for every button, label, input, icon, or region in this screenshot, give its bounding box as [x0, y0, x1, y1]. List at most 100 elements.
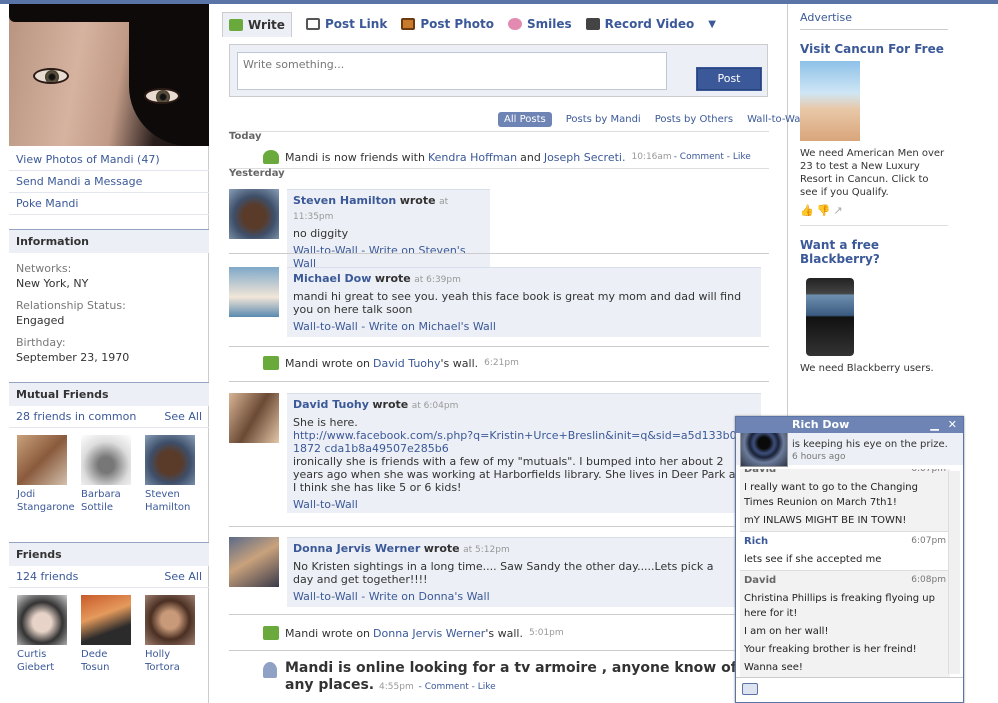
author-link[interactable]: Michael Dow [293, 272, 371, 285]
filter-wall-to-wall[interactable]: Wall-to-Wall [747, 114, 806, 125]
chat-line: mY INLAWS MIGHT BE IN TOWN! [744, 515, 907, 526]
profile-picture[interactable] [9, 4, 209, 146]
friend-tile[interactable]: Jodi Stangarone [17, 435, 75, 514]
activity-text: Mandi wrote on [285, 626, 371, 640]
chat-input[interactable] [736, 677, 963, 702]
chat-scrollbar[interactable] [948, 471, 960, 674]
tab-record-video[interactable]: Record Video [585, 17, 694, 31]
post-text: no diggity [293, 227, 349, 240]
mutual-see-all-link[interactable]: See All [164, 410, 202, 423]
poke-link[interactable]: Poke Mandi [9, 193, 209, 215]
right-eye [144, 88, 180, 104]
filter-posts-by-mandi[interactable]: Posts by Mandi [566, 114, 641, 125]
networks-value: New York, NY [16, 277, 89, 290]
wall-activity: Mandi wrote on Donna Jervis Werner's wal… [263, 626, 564, 640]
friend-tile[interactable]: Barbara Sottile [81, 435, 133, 514]
chat-status-text: is keeping his eye on the prize. [792, 439, 948, 450]
chat-bubble-icon[interactable] [742, 683, 758, 695]
tab-post-photo[interactable]: Post Photo [401, 17, 494, 31]
advertise-link[interactable]: Advertise [800, 4, 948, 30]
comment-like-links[interactable]: - Comment - Like [674, 152, 751, 162]
friend-photo[interactable] [145, 435, 195, 485]
send-message-link[interactable]: Send Mandi a Message [9, 171, 209, 193]
friend-name[interactable]: Dede Tosun [81, 649, 109, 673]
friend-name[interactable]: Curtis Giebert [17, 649, 54, 673]
post-actions[interactable]: Wall-to-Wall - Write on Michael's Wall [293, 320, 755, 333]
friends-count-link[interactable]: 124 friends [16, 570, 78, 583]
author-link[interactable]: David Tuohy [293, 398, 369, 411]
chat-contact-name[interactable]: Rich Dow [792, 418, 849, 431]
post-actions[interactable]: Wall-to-Wall - Write on Donna's Wall [293, 590, 731, 603]
tab-post-link[interactable]: Post Link [305, 17, 388, 31]
speech-bubble-icon [263, 356, 279, 370]
post-text: No Kristen sightings in a long time.... … [293, 560, 714, 586]
friend-tile[interactable]: Steven Hamilton [145, 435, 197, 514]
friend-link[interactable]: David Tuohy [373, 357, 441, 370]
ads-column: Advertise Visit Cancun For Free We need … [800, 4, 948, 375]
friend-link[interactable]: Joseph Secreti. [544, 151, 626, 164]
chat-message-group: Rich 6:07pm lets see if she accepted me [740, 531, 950, 570]
left-eye [33, 68, 69, 84]
post-text: mandi hi great to see you. yeah this fac… [293, 290, 742, 316]
author-link[interactable]: Steven Hamilton [293, 194, 396, 207]
friend-name[interactable]: Holly Tortora [145, 649, 180, 673]
friend-link[interactable]: Donna Jervis Werner [373, 627, 485, 640]
author-photo[interactable] [229, 189, 279, 239]
ad-feedback-icons[interactable]: 👍👎↗ [800, 204, 948, 217]
tab-smiles[interactable]: Smiles [508, 17, 572, 31]
close-icon[interactable]: ✕ [948, 418, 957, 431]
tab-write[interactable]: Write [222, 11, 292, 37]
filter-all-posts[interactable]: All Posts [498, 112, 552, 127]
status-update: Mandi is online looking for a tv armoire… [285, 660, 745, 696]
friend-link[interactable]: Kendra Hoffman [428, 151, 517, 164]
author-photo[interactable] [229, 393, 279, 443]
photo-icon [401, 18, 416, 30]
blackberry-image[interactable] [806, 278, 854, 356]
post-link[interactable]: http://www.facebook.com/s.php?q=Kristin+… [293, 429, 755, 455]
chat-status-time: 6 hours ago [792, 452, 846, 462]
view-photos-link[interactable]: View Photos of Mandi (47) [9, 149, 209, 171]
friend-photo[interactable] [81, 595, 131, 645]
ad-image[interactable] [800, 61, 860, 141]
friends-see-all-link[interactable]: See All [164, 570, 202, 583]
timestamp: at 6:04pm [411, 401, 459, 411]
friend-tile[interactable]: Holly Tortora [145, 595, 197, 674]
status-input[interactable]: Write something... [237, 52, 667, 90]
tab-label: Post Link [324, 17, 388, 31]
author-photo[interactable] [229, 267, 279, 317]
chat-window: Rich Dow ▁ ✕ is keeping his eye on the p… [735, 416, 964, 703]
activity-text: 's wall. [485, 626, 523, 640]
friend-tile[interactable]: Curtis Giebert [17, 595, 69, 674]
friend-photo[interactable] [17, 595, 67, 645]
friends-icon [263, 150, 279, 164]
ad-text: We need American Men over 23 to test a N… [800, 148, 945, 198]
timestamp: at 5:12pm [463, 545, 510, 555]
friend-photo[interactable] [145, 595, 195, 645]
mutual-count-link[interactable]: 28 friends in common [16, 410, 136, 423]
friend-name[interactable]: Barbara Sottile [81, 489, 121, 513]
ad-title[interactable]: Want a free Blackberry? [800, 238, 948, 266]
chat-message-group: David 6:07pm I really want to go to the C… [740, 469, 950, 531]
comment-like-links[interactable]: - Comment - Like [419, 682, 496, 692]
timestamp: at 6:39pm [414, 275, 461, 285]
friend-photo[interactable] [17, 435, 67, 485]
more-tabs-chevron-icon[interactable]: ▼ [708, 19, 716, 30]
person-icon [263, 662, 277, 678]
post-button[interactable]: Post [696, 67, 762, 91]
divider [229, 650, 739, 651]
filter-posts-by-others[interactable]: Posts by Others [655, 114, 733, 125]
author-photo[interactable] [229, 537, 279, 587]
friend-tile[interactable]: Dede Tosun [81, 595, 133, 674]
friend-name[interactable]: Steven Hamilton [145, 489, 190, 513]
post-actions[interactable]: Wall-to-Wall [293, 498, 755, 511]
timestamp: 10:16am [631, 152, 672, 162]
friend-name[interactable]: Jodi Stangarone [17, 489, 75, 513]
ad-title[interactable]: Visit Cancun For Free [800, 42, 948, 56]
author-link[interactable]: Donna Jervis Werner [293, 542, 420, 555]
chat-time: 6:07pm [911, 536, 946, 546]
chat-header[interactable]: Rich Dow ▁ ✕ [736, 417, 963, 433]
divider [229, 381, 769, 382]
hair-shape [129, 4, 209, 146]
friend-photo[interactable] [81, 435, 131, 485]
minimize-icon[interactable]: ▁ [930, 418, 938, 431]
